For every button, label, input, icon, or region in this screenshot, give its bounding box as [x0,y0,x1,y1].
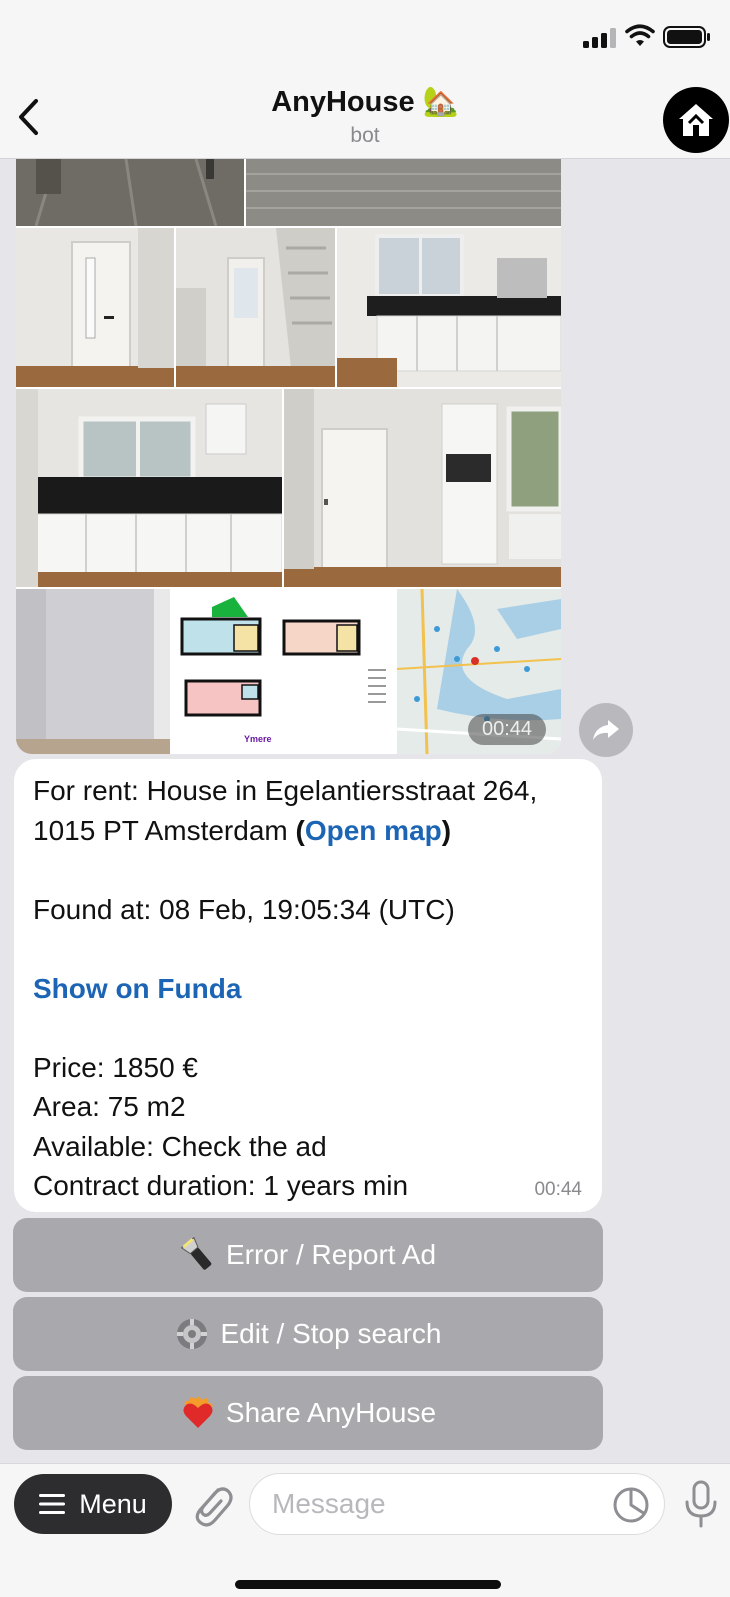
price-text: Price: 1850 € [33,1051,198,1083]
chat-subtitle: bot [350,124,380,147]
share-anyhouse-button[interactable]: Share AnyHouse [13,1376,603,1450]
status-bar [0,0,730,75]
open-map-link[interactable]: Open map [305,815,442,846]
paren-close: ) [441,814,452,846]
photo-hallway-stairs[interactable] [176,228,335,387]
photo-kitchen-front[interactable] [16,389,282,587]
composer-bar: Menu [0,1463,730,1597]
house-logo-icon [679,104,713,136]
battery-icon [663,26,710,48]
photo-album: Ymere [16,159,561,754]
listing-postcode: 1015 PT Amsterdam [33,814,296,846]
home-indicator [235,1580,501,1589]
paren-open: ( [295,814,305,846]
bot-avatar[interactable] [663,87,729,153]
listing-address-line1: For rent: House in Egelantiersstraat 264… [33,775,538,806]
report-ad-button[interactable]: Error / Report Ad [13,1218,603,1292]
forward-button[interactable] [579,703,633,757]
album-timestamp: 00:44 [468,714,547,745]
chat-header: AnyHouse 🏡 bot [0,75,730,159]
photo-empty-room[interactable] [16,589,170,754]
area-text: Area: 75 m2 [33,1091,186,1122]
share-anyhouse-label: Share AnyHouse [225,1397,437,1428]
microphone-icon[interactable] [683,1480,719,1528]
cellular-signal-icon [583,28,616,48]
wifi-icon [625,24,655,46]
report-ad-label: Error / Report Ad [225,1239,437,1270]
bot-menu-button[interactable]: Menu [14,1474,172,1534]
chat-title[interactable]: AnyHouse 🏡 [0,85,730,119]
photo-street-right[interactable] [246,159,561,226]
menu-icon [39,1494,66,1514]
contract-text: Contract duration: 1 years min [33,1170,409,1201]
message-input[interactable] [249,1473,665,1535]
availability-text: Available: Check the ad [33,1130,327,1162]
gear-icon [177,1319,208,1349]
photo-floorplan[interactable]: Ymere [172,589,395,754]
edit-search-label: Edit / Stop search [220,1318,442,1349]
found-at-text: Found at: 08 Feb, 19:05:34 (UTC) [33,893,455,925]
listing-address-line2: 1015 PT Amsterdam (Open map) [33,811,583,851]
photo-street-left[interactable] [16,159,244,226]
sticker-icon[interactable] [612,1486,650,1524]
heart-on-fire-icon [183,1396,213,1428]
listing-message: For rent: House in Egelantiersstraat 264… [14,759,602,1212]
menu-label: Menu [79,1488,147,1519]
svg-text:Ymere: Ymere [244,734,272,744]
photo-kitchen-appliances[interactable] [284,389,561,587]
paperclip-icon[interactable] [188,1480,234,1530]
photo-front-door[interactable] [16,228,174,387]
share-arrow-icon [593,720,619,740]
message-time: 00:44 [534,1179,582,1200]
edit-search-button[interactable]: Edit / Stop search [13,1297,603,1371]
photo-kitchen-side[interactable] [337,228,561,387]
flashlight-icon [180,1237,212,1270]
show-on-funda-link[interactable]: Show on Funda [33,973,241,1004]
